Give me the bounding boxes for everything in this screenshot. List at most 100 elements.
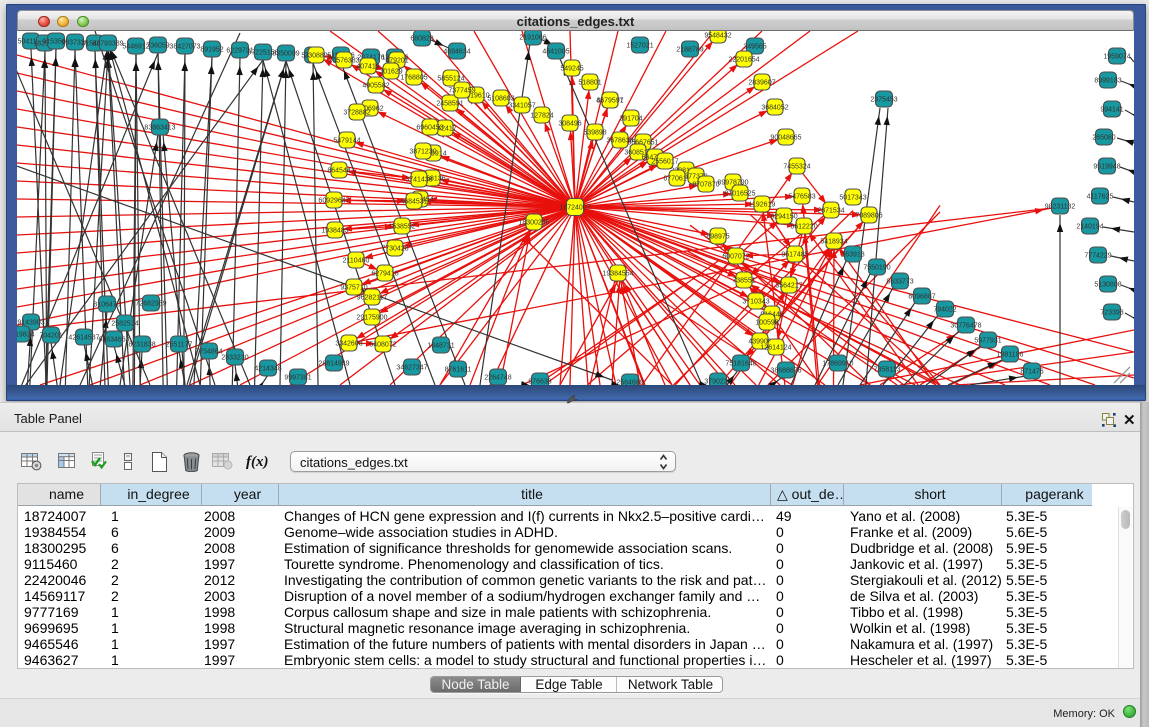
svg-text:407419: 407419 xyxy=(356,63,379,70)
svg-text:8633773: 8633773 xyxy=(886,278,913,285)
svg-text:2651177: 2651177 xyxy=(166,341,193,348)
svg-text:5408072: 5408072 xyxy=(369,341,396,348)
svg-text:3342608: 3342608 xyxy=(335,340,362,347)
svg-text:4684531: 4684531 xyxy=(400,198,427,205)
svg-text:8999183: 8999183 xyxy=(1094,77,1121,84)
svg-text:2833230: 2833230 xyxy=(221,354,248,361)
svg-text:3728882: 3728882 xyxy=(343,109,370,116)
svg-text:5476583: 5476583 xyxy=(788,193,815,200)
svg-text:22201654: 22201654 xyxy=(728,56,759,63)
svg-text:8294150: 8294150 xyxy=(770,213,797,220)
svg-text:7377459: 7377459 xyxy=(448,87,475,94)
svg-text:265080: 265080 xyxy=(1092,134,1115,141)
svg-text:6960453: 6960453 xyxy=(416,124,443,131)
svg-text:2188789: 2188789 xyxy=(676,46,703,53)
svg-text:704201: 704201 xyxy=(39,332,62,339)
svg-text:549245: 549245 xyxy=(560,65,583,72)
svg-text:794022: 794022 xyxy=(933,306,956,313)
svg-text:864544: 864544 xyxy=(327,167,350,174)
svg-text:64634663: 64634663 xyxy=(98,336,129,343)
svg-text:736059: 736059 xyxy=(146,42,169,49)
svg-text:738551: 738551 xyxy=(732,277,755,284)
svg-text:29175900: 29175900 xyxy=(356,314,387,321)
svg-text:8096887: 8096887 xyxy=(908,293,935,300)
svg-text:4679591: 4679591 xyxy=(596,97,623,104)
svg-text:9519948: 9519948 xyxy=(1093,163,1120,170)
svg-text:5418934: 5418934 xyxy=(820,238,847,245)
svg-text:8231838: 8231838 xyxy=(128,341,155,348)
svg-text:723398: 723398 xyxy=(1100,309,1123,316)
svg-text:81016525: 81016525 xyxy=(724,190,755,197)
svg-text:3219824: 3219824 xyxy=(17,331,35,338)
svg-text:9143903: 9143903 xyxy=(17,319,44,326)
svg-text:349565: 349565 xyxy=(743,43,766,50)
svg-text:391704: 391704 xyxy=(619,115,642,122)
svg-text:2191066: 2191066 xyxy=(519,34,546,41)
svg-text:7089806: 7089806 xyxy=(855,212,882,219)
svg-text:2264748: 2264748 xyxy=(484,374,511,381)
svg-text:5108603: 5108603 xyxy=(487,95,514,102)
svg-text:994141: 994141 xyxy=(1100,106,1123,113)
svg-text:891952: 891952 xyxy=(200,46,223,53)
svg-text:90048665: 90048665 xyxy=(770,134,801,141)
svg-text:4117625: 4117625 xyxy=(1087,193,1114,200)
svg-text:898975: 898975 xyxy=(706,233,729,240)
svg-text:301629: 301629 xyxy=(379,68,402,75)
svg-text:5017343: 5017343 xyxy=(839,194,866,201)
svg-text:17869910: 17869910 xyxy=(822,360,853,367)
svg-text:8106470: 8106470 xyxy=(93,301,120,308)
svg-text:871476: 871476 xyxy=(1020,368,1043,375)
svg-text:18724007: 18724007 xyxy=(559,204,590,211)
svg-text:1959074: 1959074 xyxy=(1103,53,1130,60)
svg-text:2140194: 2140194 xyxy=(1076,223,1103,230)
svg-text:38688676: 38688676 xyxy=(770,367,801,374)
svg-text:5130808: 5130808 xyxy=(1094,281,1121,288)
svg-text:100599: 100599 xyxy=(755,319,778,326)
svg-text:4694634: 4694634 xyxy=(443,48,470,55)
svg-text:2375453: 2375453 xyxy=(870,96,897,103)
svg-text:7774229: 7774229 xyxy=(1084,252,1111,259)
svg-text:9375710: 9375710 xyxy=(340,284,367,291)
svg-text:30776478: 30776478 xyxy=(950,322,981,329)
svg-text:6007072: 6007072 xyxy=(722,253,749,260)
svg-text:518801: 518801 xyxy=(578,79,601,86)
svg-text:4841005: 4841005 xyxy=(542,48,569,55)
svg-text:2556017: 2556017 xyxy=(651,158,678,165)
svg-text:1848731: 1848731 xyxy=(427,342,454,349)
svg-text:4214348: 4214348 xyxy=(254,365,281,372)
svg-text:20576383: 20576383 xyxy=(328,57,359,64)
svg-text:230889: 230889 xyxy=(304,52,327,59)
svg-text:75181648: 75181648 xyxy=(725,360,756,367)
svg-text:163918: 163918 xyxy=(841,251,864,258)
svg-text:83863413: 83863413 xyxy=(144,124,175,131)
svg-text:2582524: 2582524 xyxy=(111,320,138,327)
svg-text:9997381: 9997381 xyxy=(284,374,311,381)
svg-text:60929647: 60929647 xyxy=(318,197,349,204)
svg-text:2839607: 2839607 xyxy=(748,79,775,86)
svg-text:7730428: 7730428 xyxy=(381,245,408,252)
svg-text:3871230: 3871230 xyxy=(409,148,436,155)
svg-text:12614124: 12614124 xyxy=(760,344,791,351)
svg-text:308496: 308496 xyxy=(558,120,581,127)
svg-text:2110460: 2110460 xyxy=(343,257,370,264)
svg-text:72682989: 72682989 xyxy=(135,300,166,307)
svg-text:680828: 680828 xyxy=(410,35,433,42)
svg-text:83793389: 83793389 xyxy=(92,40,123,47)
svg-text:7455324: 7455324 xyxy=(783,163,810,170)
svg-text:976638: 976638 xyxy=(528,378,551,385)
svg-text:8612220: 8612220 xyxy=(790,223,817,230)
svg-text:2458591: 2458591 xyxy=(436,100,463,107)
svg-text:3564217: 3564217 xyxy=(775,282,802,289)
svg-text:42614537: 42614537 xyxy=(68,334,99,341)
svg-text:96282117: 96282117 xyxy=(357,294,388,301)
svg-text:34627347: 34627347 xyxy=(396,364,427,371)
svg-text:3710343: 3710343 xyxy=(742,298,769,305)
svg-text:3790237: 3790237 xyxy=(704,378,731,385)
svg-text:8707870: 8707870 xyxy=(692,181,719,188)
svg-text:1768805: 1768805 xyxy=(400,74,427,81)
svg-text:8761611: 8761611 xyxy=(445,366,472,373)
svg-text:28814949: 28814949 xyxy=(318,360,349,367)
svg-text:9517485: 9517485 xyxy=(781,251,808,258)
svg-text:7754864: 7754864 xyxy=(195,348,222,355)
svg-text:98231132: 98231132 xyxy=(1045,203,1076,210)
